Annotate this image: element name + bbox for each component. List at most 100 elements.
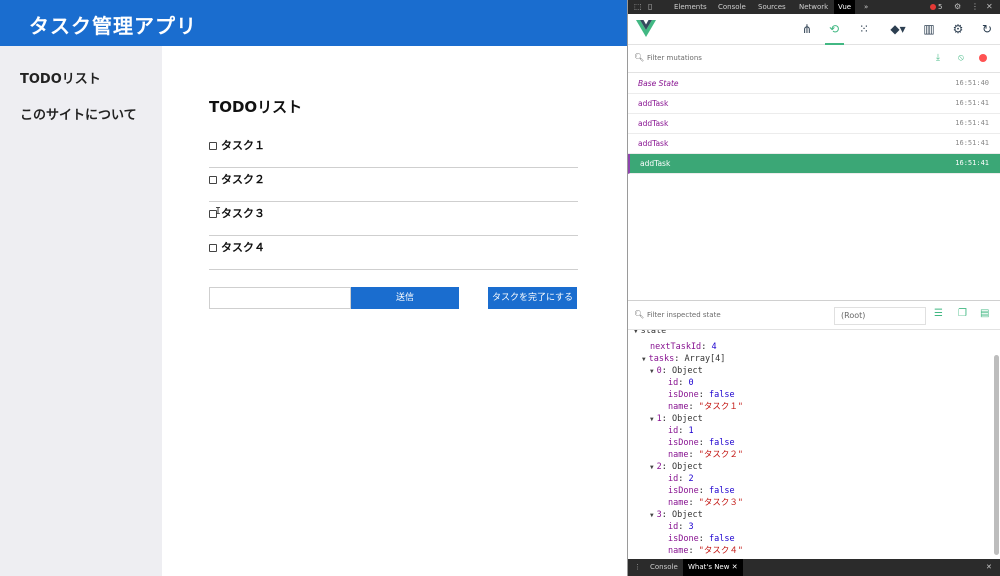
tab-sources[interactable]: Sources xyxy=(758,0,786,14)
tree-node-state[interactable]: ▼ state xyxy=(634,330,666,337)
error-counter[interactable]: 5 xyxy=(930,0,942,14)
sidebar-item-about[interactable]: このサイトについて xyxy=(20,104,137,123)
copy-icon[interactable]: ❐ xyxy=(958,308,967,319)
mutation-time: 16:51:41 xyxy=(955,119,989,127)
task-label: タスク１ xyxy=(221,139,265,152)
tree-prop-id: id: 1 xyxy=(668,426,694,436)
mutation-time: 16:51:41 xyxy=(955,159,989,167)
revert-all-icon[interactable]: ⦸ xyxy=(958,53,964,63)
page-title: TODOリスト xyxy=(209,98,303,116)
tree-prop-id: id: 0 xyxy=(668,378,694,388)
tab-console[interactable]: Console xyxy=(718,0,746,14)
error-icon xyxy=(930,4,936,10)
task-label: タスク４ xyxy=(221,241,265,254)
tree-prop-id: id: 2 xyxy=(668,474,694,484)
task-row: タスク４ xyxy=(209,236,578,270)
tree-prop-name: name: "タスク４" xyxy=(668,546,743,556)
more-options-icon[interactable]: ⋮ xyxy=(971,2,979,11)
performance-chart-icon[interactable]: ▥ xyxy=(921,21,937,37)
tree-node-tasks[interactable]: ▼ tasks: Array[4] xyxy=(642,354,725,365)
new-task-input[interactable] xyxy=(209,287,351,309)
close-drawer-icon[interactable]: ✕ xyxy=(986,559,992,576)
tree-prop-isDone: isDone: false xyxy=(668,438,735,448)
expand-triangle-icon[interactable]: ▼ xyxy=(650,464,654,471)
mutation-name: addTask xyxy=(638,139,669,148)
mutation-row[interactable]: addTask 16:51:41 xyxy=(628,114,1000,134)
settings-icon[interactable]: ⚙ xyxy=(950,21,966,37)
device-toolbar-icon[interactable]: ▯ xyxy=(648,2,652,11)
tree-node-task-item[interactable]: ▼ 1: Object xyxy=(650,414,703,425)
task-row: タスク１ xyxy=(209,134,578,168)
expand-triangle-icon[interactable]: ▼ xyxy=(650,368,654,375)
task-checkbox[interactable] xyxy=(209,176,217,184)
sidebar: TODOリスト このサイトについて xyxy=(0,46,162,576)
complete-task-button[interactable]: タスクを完了にする xyxy=(488,287,577,309)
expand-triangle-icon[interactable]: ▼ xyxy=(650,512,654,519)
events-icon[interactable]: ⁙ xyxy=(856,21,872,37)
devtools-tabbar: ⬚ ▯ Elements Console Sources Network Vue… xyxy=(628,0,1000,14)
task-label: タスク２ xyxy=(221,173,265,186)
tab-vue[interactable]: Vue xyxy=(834,0,856,14)
expand-triangle-icon[interactable]: ▼ xyxy=(642,356,646,363)
mutation-name: addTask xyxy=(640,159,671,168)
tree-prop-name: name: "タスク１" xyxy=(668,402,743,412)
mutation-row[interactable]: addTask 16:51:41 xyxy=(628,94,1000,114)
task-row: タスク２ xyxy=(209,168,578,202)
expand-triangle-icon[interactable]: ▼ xyxy=(650,416,654,423)
close-devtools-icon[interactable]: ✕ xyxy=(986,2,993,11)
tab-network[interactable]: Network xyxy=(799,0,828,14)
mutation-row-selected[interactable]: addTask 16:51:41 xyxy=(628,154,1000,174)
record-icon[interactable] xyxy=(979,54,987,62)
tree-prop-name: name: "タスク３" xyxy=(668,498,743,508)
vuex-history-icon[interactable]: ⟲ xyxy=(826,21,842,37)
error-count: 5 xyxy=(938,3,943,11)
mutation-row[interactable]: Base State 16:51:40 xyxy=(628,74,1000,94)
tree-prop-isDone: isDone: false xyxy=(668,534,735,544)
tree-node-nextTaskId: nextTaskId: 4 xyxy=(650,342,717,352)
tree-node-task-item[interactable]: ▼ 3: Object xyxy=(650,510,703,521)
paste-icon[interactable]: ▤ xyxy=(980,308,989,319)
tree-node-task-item[interactable]: ▼ 0: Object xyxy=(650,366,703,377)
commit-all-icon[interactable]: ⤓ xyxy=(936,53,940,63)
devtools-drawer: ⋮ Console What's New ✕ ✕ xyxy=(628,559,1000,576)
app-title: タスク管理アプリ xyxy=(29,14,197,38)
mutation-filter-input[interactable]: Filter mutations xyxy=(647,54,702,62)
state-filter-bar: 🔍︎ Filter inspected state (Root) ☰ ❐ ▤ xyxy=(628,302,1000,330)
routing-dropdown-icon[interactable]: ◆▾ xyxy=(886,21,910,37)
components-tree-icon[interactable]: ⋔ xyxy=(799,21,815,37)
search-icon: 🔍︎ xyxy=(634,53,645,62)
inspect-element-icon[interactable]: ⬚ xyxy=(634,2,642,11)
state-filter-input[interactable]: Filter inspected state xyxy=(647,311,721,319)
task-checkbox[interactable] xyxy=(209,142,217,150)
expand-triangle-icon[interactable]: ▼ xyxy=(634,330,638,335)
vue-logo-icon xyxy=(636,20,656,37)
tree-prop-name: name: "タスク２" xyxy=(668,450,743,460)
state-scrollbar[interactable] xyxy=(994,355,999,555)
mutation-row[interactable]: addTask 16:51:41 xyxy=(628,134,1000,154)
more-tabs-icon[interactable]: » xyxy=(864,0,868,14)
vue-toolbar: ⋔ ⟲ ⁙ ◆▾ ▥ ⚙ ↻ xyxy=(628,14,1000,45)
filter-lines-icon[interactable]: ☰ xyxy=(934,308,943,319)
task-checkbox[interactable] xyxy=(209,244,217,252)
mutation-time: 16:51:41 xyxy=(955,139,989,147)
mutation-filter-bar: 🔍︎ Filter mutations ⤓ ⦸ xyxy=(628,45,1000,73)
close-icon[interactable]: ✕ xyxy=(732,563,738,571)
devtools-panel: ⬚ ▯ Elements Console Sources Network Vue… xyxy=(627,0,1000,576)
drawer-tab-console[interactable]: Console xyxy=(650,559,678,576)
mutation-name: addTask xyxy=(638,119,669,128)
tree-prop-isDone: isDone: false xyxy=(668,486,735,496)
app-window: タスク管理アプリ TODOリスト このサイトについて TODOリスト タスク１ … xyxy=(0,0,627,576)
send-button[interactable]: 送信 xyxy=(351,287,459,309)
tree-prop-isDone: isDone: false xyxy=(668,390,735,400)
drawer-tab-whats-new[interactable]: What's New ✕ xyxy=(683,559,743,576)
tree-node-task-item[interactable]: ▼ 2: Object xyxy=(650,462,703,473)
main-content: TODOリスト タスク１ タスク２ タスク３ タスク４ 送信 タスクを完了にする xyxy=(162,46,627,576)
tab-elements[interactable]: Elements xyxy=(674,0,707,14)
root-selector[interactable]: (Root) xyxy=(834,307,926,325)
drawer-menu-icon[interactable]: ⋮ xyxy=(634,559,641,576)
refresh-icon[interactable]: ↻ xyxy=(979,21,995,37)
settings-gear-icon[interactable]: ⚙ xyxy=(954,2,961,11)
mutation-name: Base State xyxy=(638,79,679,88)
pane-divider[interactable] xyxy=(628,300,1000,301)
sidebar-item-todo-list[interactable]: TODOリスト xyxy=(20,68,101,87)
